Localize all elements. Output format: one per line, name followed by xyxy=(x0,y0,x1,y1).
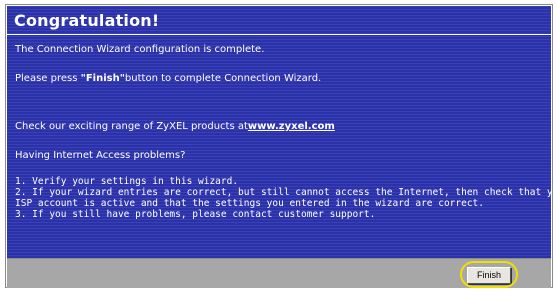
page-title: Congratulation! xyxy=(14,11,160,30)
title-divider xyxy=(7,34,551,35)
finish-button[interactable]: Finish xyxy=(467,267,511,284)
help-step-3: 3. If you still have problems, please co… xyxy=(15,209,376,220)
completion-message: The Connection Wizard configuration is c… xyxy=(15,44,265,55)
help-step-2: 2. If your wizard entries are correct, b… xyxy=(15,187,557,198)
products-message-text: Check our exciting range of ZyXEL produc… xyxy=(15,121,248,132)
finish-instruction: Please press "Finish"button to complete … xyxy=(15,73,321,84)
access-problems-heading: Having Internet Access problems? xyxy=(15,150,186,161)
zyxel-website-link[interactable]: www.zyxel.com xyxy=(248,121,335,132)
help-step-1: 1. Verify your settings in this wizard. xyxy=(15,176,239,187)
products-message: Check our exciting range of ZyXEL produc… xyxy=(15,121,335,132)
help-step-2-cont: ISP account is active and that the setti… xyxy=(15,198,484,209)
finish-instruction-suffix: button to complete Connection Wizard. xyxy=(124,73,322,84)
finish-keyword: "Finish" xyxy=(80,73,125,84)
wizard-window: Congratulation! The Connection Wizard co… xyxy=(5,4,557,288)
finish-instruction-prefix: Please press xyxy=(15,73,81,84)
content-panel: Congratulation! The Connection Wizard co… xyxy=(7,6,557,258)
button-bar: Finish xyxy=(7,258,551,288)
